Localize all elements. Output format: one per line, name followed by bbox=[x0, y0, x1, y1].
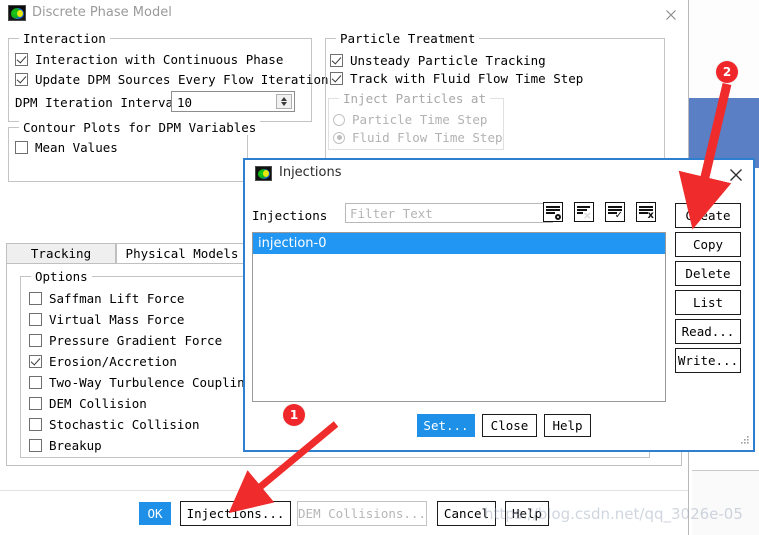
fluent-app-icon bbox=[8, 5, 26, 21]
checkbox-stochastic-collision[interactable]: Stochastic Collision bbox=[29, 417, 200, 432]
checkbox-label: Interaction with Continuous Phase bbox=[35, 52, 284, 67]
group-title: Options bbox=[31, 269, 92, 284]
radio-label: Fluid Flow Time Step bbox=[352, 130, 503, 145]
close-icon[interactable] bbox=[660, 4, 682, 26]
watermark-text: https://blog.csdn.net/qq_3026e-05 bbox=[484, 505, 743, 523]
checkbox-saffman-lift-force[interactable]: Saffman Lift Force bbox=[29, 291, 184, 306]
checkbox-box bbox=[29, 334, 42, 347]
set-button[interactable]: Set... bbox=[417, 414, 475, 437]
radio-fluid-flow-time-step[interactable]: Fluid Flow Time Step bbox=[333, 130, 503, 145]
checkbox-box bbox=[29, 355, 42, 368]
checkbox-label: Two-Way Turbulence Coupling bbox=[49, 375, 253, 390]
field-label: DPM Iteration Interval bbox=[15, 95, 181, 110]
fluent-app-icon bbox=[255, 166, 272, 181]
checkbox-box bbox=[15, 141, 28, 154]
checkbox-interaction-with-continuous-phase[interactable]: Interaction with Continuous Phase bbox=[15, 52, 283, 67]
tab-physical-models[interactable]: Physical Models bbox=[116, 243, 248, 264]
checkbox-label: Track with Fluid Flow Time Step bbox=[350, 71, 584, 86]
filter-clear-icon[interactable]: × bbox=[574, 202, 594, 222]
injections-titlebar: Injections bbox=[245, 160, 753, 188]
filter-exclude-icon[interactable]: x bbox=[636, 202, 656, 222]
resize-grip[interactable] bbox=[735, 432, 751, 448]
checkbox-box bbox=[15, 53, 28, 66]
create-button[interactable]: Create bbox=[675, 203, 741, 228]
checkbox-label: Mean Values bbox=[35, 140, 118, 155]
tab-tracking[interactable]: Tracking bbox=[6, 243, 116, 264]
dem-collisions-button: DEM Collisions... bbox=[297, 501, 427, 526]
close-button[interactable]: Close bbox=[482, 414, 537, 437]
group-title: Contour Plots for DPM Variables bbox=[19, 120, 261, 135]
close-icon[interactable] bbox=[726, 165, 746, 185]
checkbox-erosion-accretion[interactable]: Erosion/Accretion bbox=[29, 354, 177, 369]
radio-label: Particle Time Step bbox=[352, 112, 488, 127]
checkbox-label: Stochastic Collision bbox=[49, 417, 200, 432]
dpm-iteration-interval-label: DPM Iteration Interval bbox=[15, 95, 181, 110]
checkbox-box bbox=[15, 73, 28, 86]
radio-button bbox=[333, 131, 345, 144]
checkbox-breakup[interactable]: Breakup bbox=[29, 438, 102, 453]
checkbox-unsteady-particle-tracking[interactable]: Unsteady Particle Tracking bbox=[330, 53, 546, 68]
marker-1: 1 bbox=[283, 404, 305, 426]
group-title: Inject Particles at bbox=[339, 91, 490, 106]
checkbox-box bbox=[29, 397, 42, 410]
chevron-down-icon[interactable] bbox=[281, 102, 287, 106]
injections-list[interactable]: injection-0 bbox=[252, 232, 666, 402]
checkbox-label: Erosion/Accretion bbox=[49, 354, 177, 369]
read-button[interactable]: Read... bbox=[675, 319, 741, 344]
group-title: Interaction bbox=[19, 31, 110, 46]
spinner-stepper[interactable] bbox=[276, 94, 292, 109]
checkbox-label: Virtual Mass Force bbox=[49, 312, 185, 327]
radio-particle-time-step[interactable]: Particle Time Step bbox=[333, 112, 487, 127]
marker-2: 2 bbox=[716, 61, 738, 83]
checkbox-box bbox=[330, 54, 343, 67]
list-item-label: injection-0 bbox=[258, 236, 327, 251]
filter-options-icon[interactable] bbox=[543, 202, 563, 222]
background-right-pane bbox=[688, 0, 759, 98]
checkbox-label: DEM Collision bbox=[49, 396, 147, 411]
group-title: Particle Treatment bbox=[336, 31, 480, 46]
background-console-values: 127e-05 026e-05 bbox=[692, 470, 759, 535]
checkbox-label: Breakup bbox=[49, 438, 102, 453]
checkbox-label: Saffman Lift Force bbox=[49, 291, 185, 306]
checkbox-mean-values[interactable]: Mean Values bbox=[15, 140, 118, 155]
checkbox-virtual-mass-force[interactable]: Virtual Mass Force bbox=[29, 312, 184, 327]
injections-filter-input[interactable] bbox=[345, 203, 553, 223]
radio-button bbox=[333, 113, 345, 126]
injections-dialog-title: Injections bbox=[279, 165, 342, 180]
input-value: 10 bbox=[177, 95, 193, 110]
checkbox-track-with-fluid-flow-time-step[interactable]: Track with Fluid Flow Time Step bbox=[330, 71, 583, 86]
filter-text-field[interactable] bbox=[346, 204, 552, 222]
ok-button[interactable]: OK bbox=[139, 502, 171, 525]
injections-dialog: Injections Injections × ✓ x injection-0 bbox=[243, 158, 755, 452]
checkbox-label: Unsteady Particle Tracking bbox=[350, 53, 546, 68]
list-item[interactable]: injection-0 bbox=[253, 233, 665, 254]
checkbox-box bbox=[29, 313, 42, 326]
injections-button[interactable]: Injections... bbox=[180, 501, 291, 526]
injections-filter-label: Injections bbox=[252, 208, 328, 223]
checkbox-pressure-gradient-force[interactable]: Pressure Gradient Force bbox=[29, 333, 222, 348]
checkbox-update-dpm-sources-every-flow-iteration[interactable]: Update DPM Sources Every Flow Iteration bbox=[15, 72, 329, 87]
screen-root: 127e-05 026e-05 Discrete Phase Model Int… bbox=[0, 0, 759, 535]
help-button[interactable]: Help bbox=[544, 414, 591, 437]
footer-divider bbox=[0, 490, 688, 491]
checkbox-box bbox=[29, 376, 42, 389]
list-button[interactable]: List bbox=[675, 290, 741, 315]
chevron-up-icon[interactable] bbox=[281, 97, 287, 101]
checkbox-two-way-turbulence-coupling[interactable]: Two-Way Turbulence Coupling bbox=[29, 375, 252, 390]
checkbox-box bbox=[29, 292, 42, 305]
dialog-titlebar: Discrete Phase Model bbox=[0, 0, 688, 30]
page-title: Discrete Phase Model bbox=[32, 5, 172, 20]
checkbox-dem-collision[interactable]: DEM Collision bbox=[29, 396, 147, 411]
checkbox-label: Update DPM Sources Every Flow Iteration bbox=[35, 72, 329, 87]
checkbox-box bbox=[330, 72, 343, 85]
checkbox-box bbox=[29, 439, 42, 452]
dpm-iteration-interval-input[interactable]: 10 bbox=[171, 91, 295, 112]
write-button[interactable]: Write... bbox=[675, 348, 741, 373]
checkbox-label: Pressure Gradient Force bbox=[49, 333, 223, 348]
filter-check-icon[interactable]: ✓ bbox=[605, 202, 625, 222]
checkbox-box bbox=[29, 418, 42, 431]
delete-button[interactable]: Delete bbox=[675, 261, 741, 286]
copy-button[interactable]: Copy bbox=[675, 232, 741, 257]
